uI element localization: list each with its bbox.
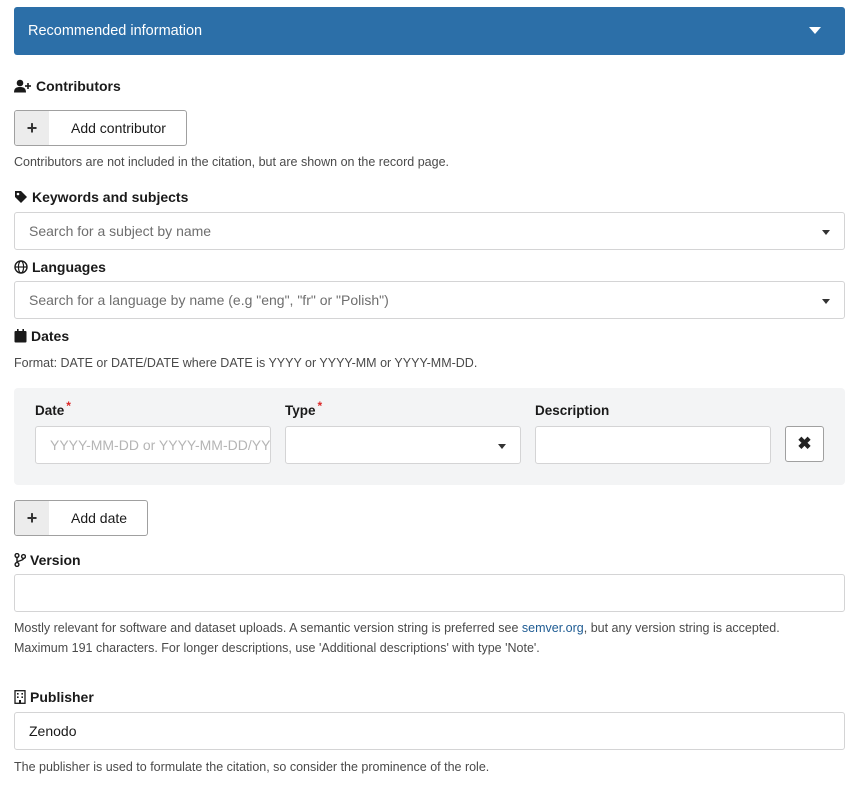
- publisher-input[interactable]: Zenodo: [14, 712, 845, 750]
- publisher-label: Publisher: [14, 689, 94, 705]
- date-placeholder: YYYY-MM-DD or YYYY-MM-DD/YYYY-MM-DD: [50, 437, 271, 453]
- languages-placeholder: Search for a language by name (e.g "eng"…: [29, 292, 389, 308]
- contributors-label: Contributors: [14, 78, 121, 94]
- keywords-placeholder: Search for a subject by name: [29, 223, 212, 239]
- recommended-information-accordion[interactable]: Recommended information: [14, 7, 845, 55]
- version-help: Mostly relevant for software and dataset…: [14, 621, 780, 635]
- accordion-title: Recommended information: [28, 23, 203, 39]
- user-plus-icon: [14, 79, 32, 93]
- contributors-help: Contributors are not included in the cit…: [14, 155, 449, 169]
- caret-down-icon: [809, 27, 821, 34]
- keywords-dropdown[interactable]: Search for a subject by name: [14, 212, 845, 250]
- close-icon: ✖: [797, 434, 812, 453]
- dropdown-caret-icon: [822, 230, 830, 235]
- keywords-label: Keywords and subjects: [14, 189, 188, 205]
- languages-label: Languages: [14, 259, 106, 275]
- date-input[interactable]: YYYY-MM-DD or YYYY-MM-DD/YYYY-MM-DD: [35, 426, 271, 464]
- add-date-button[interactable]: + Add date: [14, 500, 148, 536]
- version-input[interactable]: [14, 574, 845, 612]
- building-icon: [14, 690, 26, 704]
- plus-icon: +: [15, 111, 49, 145]
- date-type-select[interactable]: [285, 426, 521, 464]
- dates-help: Format: DATE or DATE/DATE where DATE is …: [14, 356, 478, 370]
- globe-icon: [14, 260, 28, 274]
- languages-dropdown[interactable]: Search for a language by name (e.g "eng"…: [14, 281, 845, 319]
- code-branch-icon: [14, 553, 26, 567]
- date-description-input[interactable]: [535, 426, 771, 464]
- date-entry-row: Date * Type * Description YYYY-MM-DD or YY…: [14, 388, 845, 485]
- add-contributor-button[interactable]: + Add contributor: [14, 110, 187, 146]
- date-field-label: Date *: [35, 399, 71, 418]
- calendar-icon: [14, 329, 27, 343]
- dropdown-caret-icon: [822, 299, 830, 304]
- semver-link[interactable]: semver.org: [522, 621, 584, 635]
- publisher-help: The publisher is used to formulate the c…: [14, 760, 490, 774]
- dates-label: Dates: [14, 328, 69, 344]
- publisher-value: Zenodo: [29, 723, 77, 739]
- plus-icon: +: [15, 501, 49, 535]
- required-marker: *: [66, 399, 71, 413]
- type-field-label: Type *: [285, 399, 323, 418]
- description-field-label: Description: [535, 403, 610, 418]
- remove-date-button[interactable]: ✖: [785, 426, 824, 462]
- version-help-line2: Maximum 191 characters. For longer descr…: [14, 641, 540, 655]
- required-marker: *: [317, 399, 323, 413]
- dropdown-caret-icon: [498, 444, 506, 449]
- version-label: Version: [14, 552, 81, 568]
- tag-icon: [14, 190, 28, 204]
